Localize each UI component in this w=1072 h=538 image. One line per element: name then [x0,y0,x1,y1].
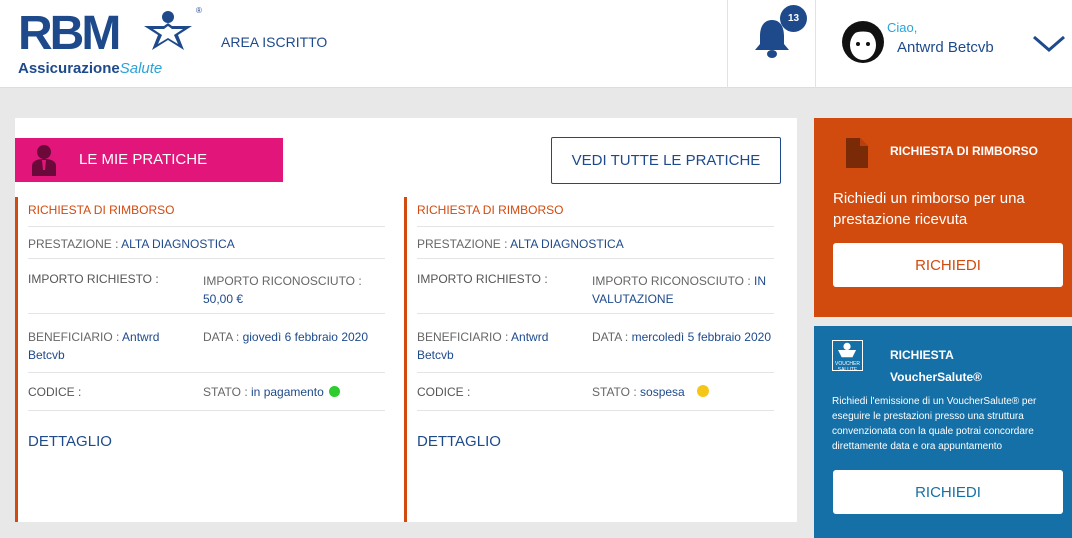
chevron-down-icon[interactable] [1032,34,1066,54]
importo-riconosciuto: IMPORTO RICONOSCIUTO : IN VALUTAZIONE [592,272,772,308]
richiedi-rimborso-button[interactable]: RICHIEDI [833,243,1063,287]
data-label: DATA : [203,330,240,344]
voucher-title-line1: RICHIESTA [890,348,954,362]
data-value: mercoledì 5 febbraio 2020 [631,330,772,344]
stato-label: STATO : [203,385,248,399]
logo-sub-light: Salute [119,60,163,77]
beneficiario-row: BENEFICIARIO : Antwrd Betcvb DATA : merc… [417,314,774,373]
pratica-title: RICHIESTA DI RIMBORSO [28,203,175,217]
voucher-logo-text: VOUCHER SALUTE [834,361,860,373]
dettaglio-link[interactable]: DETTAGLIO [417,433,501,450]
importo-row: IMPORTO RICHIESTO : IMPORTO RICONOSCIUTO… [28,259,385,314]
voucher-title-line2: VoucherSalute® [890,370,982,384]
data-label: DATA : [592,330,629,344]
document-icon [846,138,868,168]
voucher-logo-mark [838,342,857,358]
beneficiario: BENEFICIARIO : Antwrd Betcvb [417,328,577,364]
beneficiario: BENEFICIARIO : Antwrd Betcvb [28,328,188,364]
voucher-title: RICHIESTA VoucherSalute® [890,344,982,388]
header-divider [727,0,728,88]
pratica-title: RICHIESTA DI RIMBORSO [417,203,564,217]
data-value: giovedì 6 febbraio 2020 [242,330,369,344]
registered-mark: ® [196,6,202,15]
pratica-title-row: RICHIESTA DI RIMBORSO [417,197,774,227]
prestazione-row: PRESTAZIONE : ALTA DIAGNOSTICA [28,227,385,259]
prestazione-label: PRESTAZIONE : [417,237,508,251]
importo-richiesto-label: IMPORTO RICHIESTO : [417,272,548,286]
codice-row: CODICE : STATO : sospesa [417,373,774,411]
header-divider [815,0,816,88]
prestazione-label: PRESTAZIONE : [28,237,119,251]
star-person-icon [144,11,192,50]
stato-value: in pagamento [251,385,324,399]
pratica-card: RICHIESTA DI RIMBORSO PRESTAZIONE : ALTA… [15,197,385,522]
importo-riconosciuto-label: IMPORTO RICONOSCIUTO : [203,274,362,288]
codice-label: CODICE : [28,385,82,399]
user-name[interactable]: Antwrd Betcvb [897,39,994,56]
area-iscritto-link[interactable]: AREA ISCRITTO [221,34,327,50]
prestazione-value: ALTA DIAGNOSTICA [121,237,235,251]
voucher-description: Richiedi l'emissione di un VoucherSalute… [832,396,1037,452]
pratica-card: RICHIESTA DI RIMBORSO PRESTAZIONE : ALTA… [404,197,774,522]
view-all-pratiche-button[interactable]: VEDI TUTTE LE PRATICHE [551,137,781,184]
logo-subtitle: AssicurazioneSalute [18,60,162,77]
headset-avatar-icon [842,21,884,63]
user-icon [32,145,56,176]
importo-richiesto-label: IMPORTO RICHIESTO : [28,272,159,286]
stato: STATO : in pagamento [203,385,340,399]
beneficiario-label: BENEFICIARIO : [28,330,120,344]
importo-riconosciuto: IMPORTO RICONOSCIUTO : 50,00 € [203,272,383,308]
beneficiario-row: BENEFICIARIO : Antwrd Betcvb DATA : giov… [28,314,385,373]
pratiche-header: LE MIE PRATICHE [15,138,283,182]
notification-badge[interactable]: 13 [780,5,807,32]
codice-label: CODICE : [417,385,471,399]
voucher-box: VOUCHER SALUTE RICHIESTA VoucherSalute® … [814,326,1072,538]
richiedi-voucher-button[interactable]: RICHIEDI [833,470,1063,514]
importo-riconosciuto-value: 50,00 € [203,292,244,306]
data: DATA : mercoledì 5 febbraio 2020 [592,328,772,346]
header: RBM ® AssicurazioneSalute AREA ISCRITTO … [0,0,1072,88]
rimborso-box: RICHIESTA DI RIMBORSO Richiedi un rimbor… [814,118,1072,317]
rimborso-title: RICHIESTA DI RIMBORSO [890,144,1039,158]
dettaglio-link[interactable]: DETTAGLIO [28,433,112,450]
data: DATA : giovedì 6 febbraio 2020 [203,328,373,346]
logo-sub-bold: Assicurazione [18,60,120,77]
beneficiario-label: BENEFICIARIO : [417,330,509,344]
importo-row: IMPORTO RICHIESTO : IMPORTO RICONOSCIUTO… [417,259,774,314]
pratiche-heading: LE MIE PRATICHE [79,151,208,168]
stato-label: STATO : [592,385,637,399]
stato: STATO : sospesa [592,385,709,399]
greeting: Ciao, [887,20,918,35]
rimborso-description: Richiedi un rimborso per una prestazione… [833,190,1025,228]
logo-text: RBM [18,7,121,60]
rbm-logo[interactable]: RBM ® AssicurazioneSalute [18,6,213,88]
codice-row: CODICE : STATO : in pagamento [28,373,385,411]
status-dot-icon [328,386,340,397]
stato-value: sospesa [640,385,685,399]
voucher-logo-icon: VOUCHER SALUTE [832,340,863,373]
prestazione-row: PRESTAZIONE : ALTA DIAGNOSTICA [417,227,774,259]
prestazione-value: ALTA DIAGNOSTICA [510,237,624,251]
pratica-title-row: RICHIESTA DI RIMBORSO [28,197,385,227]
importo-riconosciuto-label: IMPORTO RICONOSCIUTO : [592,274,751,288]
status-dot-icon [696,385,709,397]
